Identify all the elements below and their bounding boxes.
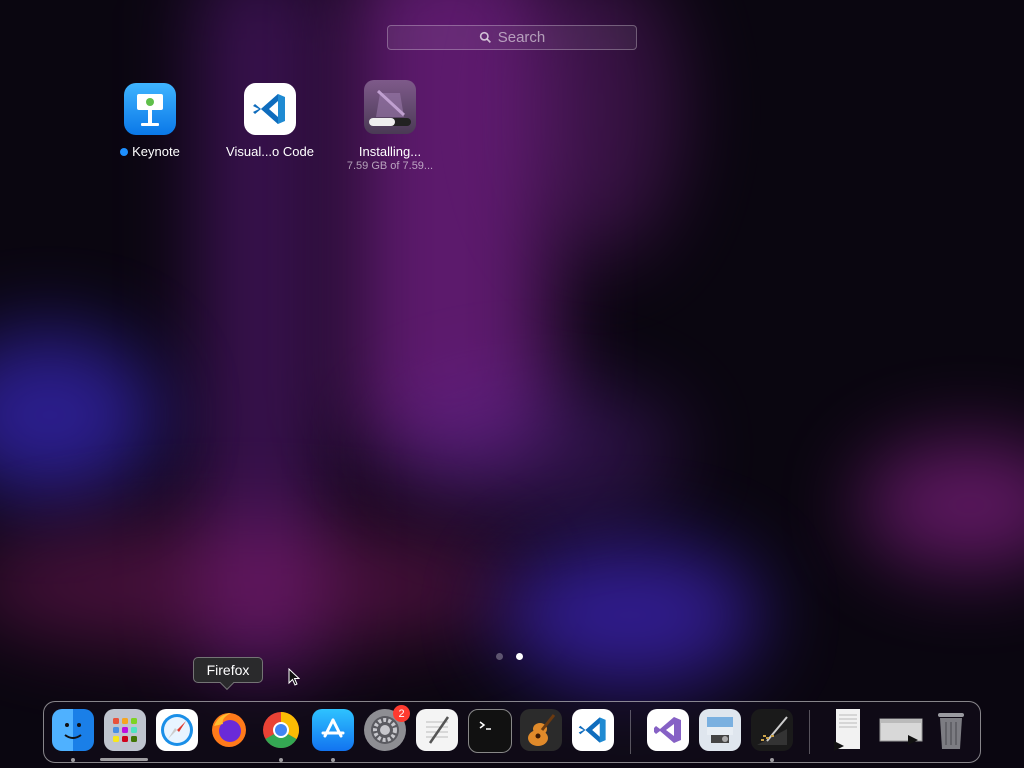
installing-app-icon xyxy=(364,80,416,134)
dock-safari-icon[interactable] xyxy=(156,709,198,751)
running-indicator xyxy=(331,758,335,762)
keynote-icon xyxy=(124,83,176,135)
dock-screenshot-icon[interactable] xyxy=(876,709,926,751)
app-vscode[interactable]: Visual...o Code xyxy=(215,83,325,159)
page-dot-1[interactable] xyxy=(496,653,503,660)
app-label: Keynote xyxy=(132,144,180,159)
new-app-indicator xyxy=(120,147,129,156)
dock: 2 xyxy=(43,701,981,763)
install-progress-bar xyxy=(369,118,411,126)
dock-tooltip: Firefox xyxy=(193,657,263,683)
notification-badge: 2 xyxy=(393,705,410,722)
dock-separator xyxy=(809,710,810,754)
running-indicator xyxy=(770,758,774,762)
dock-separator xyxy=(630,710,631,754)
dock-finder-icon[interactable] xyxy=(52,709,94,751)
app-installing[interactable]: Installing... 7.59 GB of 7.59... xyxy=(335,80,445,172)
dock-visual-studio-icon[interactable] xyxy=(647,709,689,751)
vscode-icon xyxy=(244,83,296,135)
dock-system-settings-icon[interactable]: 2 xyxy=(364,705,410,751)
dock-firefox-icon[interactable] xyxy=(208,709,250,751)
running-indicator xyxy=(279,758,283,762)
search-input[interactable]: Search xyxy=(387,25,637,50)
dock-app-store-icon[interactable] xyxy=(312,709,354,751)
launchpad-active-bar xyxy=(100,758,148,761)
dock-chrome-icon[interactable] xyxy=(260,709,302,751)
dock-textedit-icon[interactable] xyxy=(416,709,458,751)
app-keynote[interactable]: Keynote xyxy=(95,83,205,159)
running-indicator xyxy=(71,758,75,762)
page-dot-2[interactable] xyxy=(516,653,523,660)
install-status: 7.59 GB of 7.59... xyxy=(346,160,434,172)
search-placeholder: Search xyxy=(497,29,546,46)
mouse-cursor-icon xyxy=(288,668,300,686)
dock-launchpad-icon[interactable] xyxy=(104,709,146,751)
dock-document-icon[interactable] xyxy=(826,709,868,751)
dock-script-editor-icon[interactable] xyxy=(751,709,793,751)
tooltip-text: Firefox xyxy=(206,662,250,678)
dock-vscode-icon[interactable] xyxy=(572,709,614,751)
dock-preview-icon[interactable] xyxy=(699,709,741,751)
app-label: Visual...o Code xyxy=(226,144,314,159)
dock-garageband-icon[interactable] xyxy=(520,709,562,751)
page-indicator xyxy=(496,653,523,660)
dock-trash-icon[interactable] xyxy=(930,709,972,751)
app-label: Installing... xyxy=(358,144,422,159)
dock-terminal-icon[interactable] xyxy=(468,709,512,753)
magnifier-icon xyxy=(479,31,491,43)
